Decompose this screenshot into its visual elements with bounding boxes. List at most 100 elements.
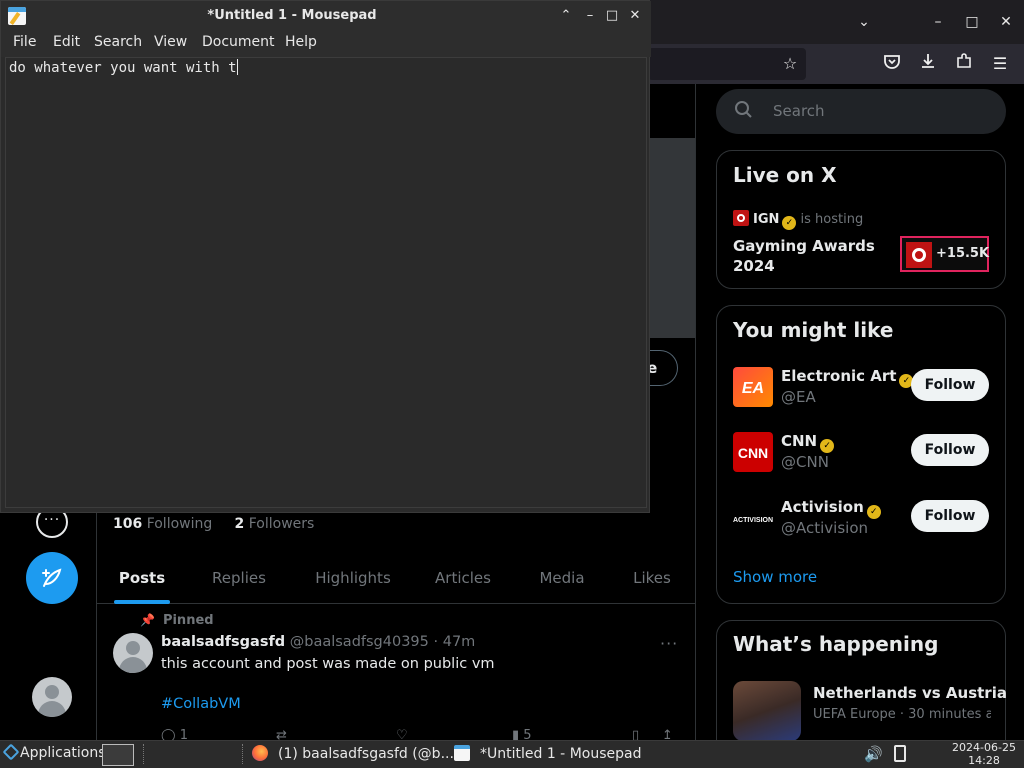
tab-replies[interactable]: Replies <box>205 556 273 604</box>
following-count[interactable]: 106 <box>113 516 142 532</box>
trend-meta: UEFA Europe · 30 minutes ago <box>813 707 991 722</box>
maximize-button[interactable]: □ <box>603 7 621 25</box>
minimize-button[interactable]: – <box>926 10 950 34</box>
close-button[interactable]: ✕ <box>994 10 1018 34</box>
live-listener-count: +15.5K <box>936 246 990 261</box>
followers-count[interactable]: 2 <box>235 516 245 532</box>
suggestion-name: CNN ✓ <box>781 432 835 453</box>
taskbar-firefox[interactable]: (1) baalsadfsgasfd (@b... <box>252 742 454 766</box>
pinned-text: Pinned <box>162 613 214 628</box>
live-listeners-badge[interactable]: +15.5K <box>900 236 989 272</box>
menu-help[interactable]: Help <box>285 34 317 50</box>
svg-text:EA: EA <box>742 380 764 397</box>
window-title: *Untitled 1 - Mousepad <box>207 8 377 23</box>
clock-date: 2024-06-25 <box>952 741 1016 754</box>
mousepad-icon <box>454 745 470 761</box>
bookmark-star-icon[interactable]: ☆ <box>778 52 802 76</box>
verified-badge-icon: ✓ <box>782 216 797 230</box>
activision-logo-icon: ACTIVISION <box>733 498 773 538</box>
workspace-switcher[interactable] <box>102 744 134 766</box>
firefox-icon <box>252 745 268 761</box>
live-host[interactable]: IGN ✓ is hosting <box>733 210 863 230</box>
ea-logo-icon: EA <box>733 367 773 407</box>
suggestion-name: Electronic Art ✓ <box>781 367 914 388</box>
profile-tabs: Posts Replies Highlights Articles Media … <box>97 556 695 604</box>
avatar-body <box>119 657 147 673</box>
live-event-title[interactable]: Gayming Awards 2024 <box>733 236 893 276</box>
chevron-up-icon[interactable]: ⌃ <box>557 7 575 25</box>
chevron-down-icon[interactable]: ⌄ <box>852 10 876 34</box>
menu-search[interactable]: Search <box>94 34 142 50</box>
suggestion-item[interactable]: CNN CNN ✓ @CNN Follow <box>733 432 993 476</box>
verified-badge-icon: ✓ <box>820 439 835 453</box>
suggestion-name: Activision ✓ <box>781 498 881 519</box>
svg-text:CNN: CNN <box>738 445 768 461</box>
taskbar-firefox-label: (1) baalsadfsgasfd (@b... <box>278 746 454 762</box>
maximize-button[interactable]: □ <box>960 10 984 34</box>
live-card-title: Live on X <box>733 163 837 187</box>
post-hashtag[interactable]: #CollabVM <box>161 696 241 712</box>
minimize-button[interactable]: – <box>581 7 599 25</box>
follow-button[interactable]: Follow <box>911 369 989 401</box>
menu-edit[interactable]: Edit <box>53 34 80 50</box>
editor-text: do whatever you want with t <box>9 60 237 76</box>
taskbar-mousepad-label: *Untitled 1 - Mousepad <box>480 746 642 762</box>
avatar-head <box>126 641 140 655</box>
active-tab-indicator <box>114 600 170 604</box>
post-author-name[interactable]: baalsadfsgasfd <box>161 634 285 650</box>
pocket-icon[interactable] <box>880 52 904 76</box>
account-avatar[interactable] <box>32 677 72 717</box>
hamburger-menu-icon[interactable]: ☰ <box>988 52 1012 76</box>
menu-file[interactable]: File <box>13 34 36 50</box>
xfce-logo-icon <box>4 745 18 759</box>
avatar-body <box>38 701 66 717</box>
menu-document[interactable]: Document <box>202 34 275 50</box>
clock-time: 14:28 <box>968 754 1000 767</box>
applications-menu[interactable]: Applications <box>4 745 106 761</box>
post-avatar[interactable] <box>113 633 153 673</box>
search-input[interactable] <box>716 89 1006 134</box>
follow-button[interactable]: Follow <box>911 434 989 466</box>
svg-text:ACTIVISION: ACTIVISION <box>733 517 773 524</box>
show-more-link[interactable]: Show more <box>733 568 817 586</box>
followers-label[interactable]: Followers <box>249 516 315 532</box>
tab-media[interactable]: Media <box>533 556 591 604</box>
post-more-icon[interactable]: ··· <box>660 634 678 653</box>
follow-button[interactable]: Follow <box>911 500 989 532</box>
editor-content[interactable]: do whatever you want with t <box>9 59 238 76</box>
menu-bar: File Edit Search View Document Help <box>1 32 651 57</box>
live-host-name: IGN <box>753 212 780 227</box>
menu-view[interactable]: View <box>154 34 187 50</box>
separator <box>242 744 244 764</box>
extensions-icon[interactable] <box>952 52 976 76</box>
compose-post-button[interactable] <box>26 552 78 604</box>
profile-banner <box>649 138 695 338</box>
volume-icon[interactable]: 🔊 <box>864 745 883 763</box>
tab-likes[interactable]: Likes <box>627 556 677 604</box>
tab-highlights[interactable]: Highlights <box>305 556 401 604</box>
suggestion-item[interactable]: EA Electronic Art ✓ @EA Follow <box>733 367 993 411</box>
post-header: baalsadfsgasfd @baalsadfsg40395 · 47m <box>161 634 475 650</box>
tab-posts[interactable]: Posts <box>113 556 171 604</box>
pin-icon: 📌 <box>140 613 155 627</box>
trend-title[interactable]: Netherlands vs Austria <box>813 684 1007 702</box>
download-icon[interactable] <box>916 52 940 76</box>
taskbar-mousepad[interactable]: *Untitled 1 - Mousepad <box>454 742 641 766</box>
trend-image[interactable] <box>733 681 801 741</box>
profile-stats: 106 Following 2 Followers <box>113 516 314 532</box>
post-author-handle[interactable]: @baalsadfsg40395 · 47m <box>290 634 476 650</box>
text-editor[interactable] <box>5 57 647 508</box>
suggestion-item[interactable]: ACTIVISION Activision ✓ @Activision Follo… <box>733 498 993 542</box>
suggestion-handle: @Activision <box>781 519 869 537</box>
live-host-suffix: is hosting <box>800 212 864 227</box>
ign-logo-icon <box>733 210 749 226</box>
search-placeholder: Search <box>773 102 825 120</box>
tab-articles[interactable]: Articles <box>431 556 495 604</box>
suggestion-handle: @CNN <box>781 453 829 471</box>
post-text: this account and post was made on public… <box>161 656 495 672</box>
close-button[interactable]: ✕ <box>626 7 644 25</box>
clock[interactable]: 2024-06-25 14:28 <box>944 741 1024 767</box>
battery-icon[interactable] <box>894 745 906 762</box>
following-label[interactable]: Following <box>147 516 213 532</box>
search-icon <box>734 100 754 120</box>
